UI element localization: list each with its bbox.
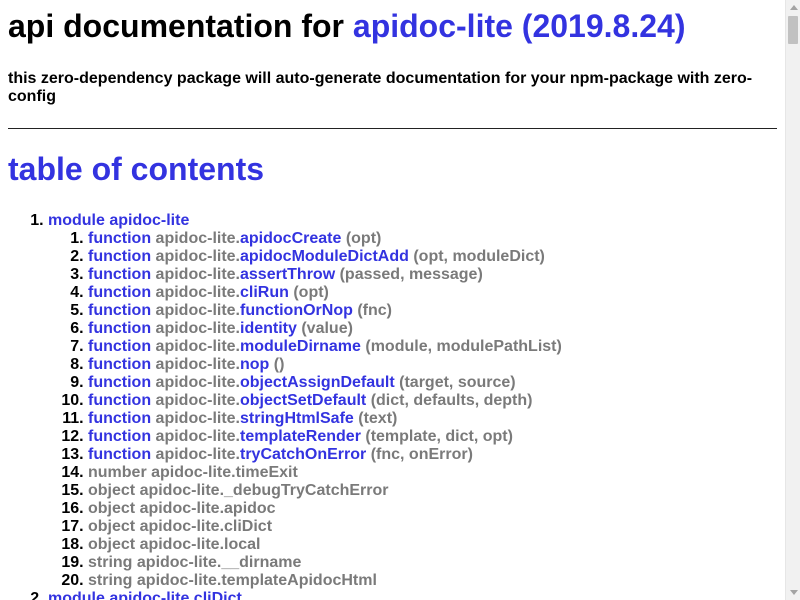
function-signature: (opt, moduleDict) xyxy=(413,248,545,265)
function-signature: () xyxy=(273,356,285,373)
function-signature: (fnc, onError) xyxy=(370,446,473,463)
module-prefix: apidoc-lite. xyxy=(155,410,240,427)
toc-function-item: function apidoc-lite.apidocModuleDictAdd… xyxy=(88,248,777,266)
toc-property-item: object apidoc-lite._debugTryCatchError xyxy=(88,482,777,500)
module-list: module apidoc-litefunction apidoc-lite.a… xyxy=(8,212,777,600)
module-prefix: apidoc-lite. xyxy=(155,248,240,265)
function-name-link[interactable]: cliRun xyxy=(240,284,289,301)
property-name: number apidoc-lite.timeExit xyxy=(88,464,298,481)
property-name: object apidoc-lite._debugTryCatchError xyxy=(88,482,389,499)
toc-member-list: function apidoc-lite.apidocCreate (opt)f… xyxy=(48,230,777,590)
function-keyword-link[interactable]: function xyxy=(88,338,151,355)
function-signature: (value) xyxy=(301,320,353,337)
toc-function-item: function apidoc-lite.functionOrNop (fnc) xyxy=(88,302,777,320)
function-keyword-link[interactable]: function xyxy=(88,392,151,409)
toc-property-item: object apidoc-lite.cliDict xyxy=(88,518,777,536)
function-signature: (template, dict, opt) xyxy=(365,428,513,445)
toc-property-item: string apidoc-lite.templateApidocHtml xyxy=(88,572,777,590)
toc-property-item: object apidoc-lite.local xyxy=(88,536,777,554)
module-prefix: apidoc-lite. xyxy=(155,320,240,337)
function-signature: (module, modulePathList) xyxy=(365,338,562,355)
toc-function-item: function apidoc-lite.nop () xyxy=(88,356,777,374)
toc-function-item: function apidoc-lite.tryCatchOnError (fn… xyxy=(88,446,777,464)
function-signature: (target, source) xyxy=(399,374,516,391)
function-keyword-link[interactable]: function xyxy=(88,428,151,445)
module-prefix: apidoc-lite. xyxy=(155,338,240,355)
toc-module-item: module apidoc-lite.cliDict xyxy=(48,590,777,600)
toc-function-item: function apidoc-lite.apidocCreate (opt) xyxy=(88,230,777,248)
module-prefix: apidoc-lite. xyxy=(155,230,240,247)
page-title-prefix: api documentation for xyxy=(8,8,344,44)
function-keyword-link[interactable]: function xyxy=(88,356,151,373)
function-signature: (opt) xyxy=(345,230,382,247)
scroll-down-arrow-icon[interactable] xyxy=(786,585,800,600)
function-keyword-link[interactable]: function xyxy=(88,248,151,265)
function-name-link[interactable]: tryCatchOnError xyxy=(240,446,366,463)
property-name: string apidoc-lite.templateApidocHtml xyxy=(88,572,377,589)
function-keyword-link[interactable]: function xyxy=(88,446,151,463)
function-name-link[interactable]: moduleDirname xyxy=(240,338,361,355)
function-keyword-link[interactable]: function xyxy=(88,410,151,427)
toc-function-item: function apidoc-lite.templateRender (tem… xyxy=(88,428,777,446)
toc-module-item: module apidoc-litefunction apidoc-lite.a… xyxy=(48,212,777,590)
function-keyword-link[interactable]: function xyxy=(88,230,151,247)
function-name-link[interactable]: stringHtmlSafe xyxy=(240,410,354,427)
toc-function-item: function apidoc-lite.assertThrow (passed… xyxy=(88,266,777,284)
function-signature: (passed, message) xyxy=(339,266,483,283)
vertical-scrollbar[interactable] xyxy=(785,0,800,600)
function-name-link[interactable]: objectAssignDefault xyxy=(240,374,395,391)
function-signature: (text) xyxy=(358,410,398,427)
module-prefix: apidoc-lite. xyxy=(155,284,240,301)
function-name-link[interactable]: templateRender xyxy=(240,428,361,445)
module-prefix: apidoc-lite. xyxy=(155,374,240,391)
function-signature: (dict, defaults, depth) xyxy=(370,392,533,409)
module-prefix: apidoc-lite. xyxy=(155,266,240,283)
function-name-link[interactable]: apidocCreate xyxy=(240,230,341,247)
function-name-link[interactable]: functionOrNop xyxy=(240,302,353,319)
function-keyword-link[interactable]: function xyxy=(88,374,151,391)
property-name: object apidoc-lite.cliDict xyxy=(88,518,273,535)
divider xyxy=(8,128,777,129)
function-name-link[interactable]: nop xyxy=(240,356,269,373)
toc-property-item: number apidoc-lite.timeExit xyxy=(88,464,777,482)
document-page: api documentation for apidoc-lite (2019.… xyxy=(0,0,785,600)
toc-function-item: function apidoc-lite.cliRun (opt) xyxy=(88,284,777,302)
package-link[interactable]: apidoc-lite (2019.8.24) xyxy=(353,8,686,44)
toc-function-item: function apidoc-lite.objectSetDefault (d… xyxy=(88,392,777,410)
module-prefix: apidoc-lite. xyxy=(155,356,240,373)
scroll-up-arrow-icon[interactable] xyxy=(786,0,800,15)
toc-function-item: function apidoc-lite.identity (value) xyxy=(88,320,777,338)
package-description: this zero-dependency package will auto-g… xyxy=(8,70,753,105)
toc-module-link[interactable]: module apidoc-lite xyxy=(48,212,189,229)
toc-function-item: function apidoc-lite.moduleDirname (modu… xyxy=(88,338,777,356)
module-prefix: apidoc-lite. xyxy=(155,446,240,463)
toc-heading: table of contents xyxy=(8,151,265,187)
module-prefix: apidoc-lite. xyxy=(155,302,240,319)
function-name-link[interactable]: assertThrow xyxy=(240,266,335,283)
scrollbar-thumb[interactable] xyxy=(788,16,798,44)
toc-property-item: object apidoc-lite.apidoc xyxy=(88,500,777,518)
property-name: object apidoc-lite.apidoc xyxy=(88,500,276,517)
function-keyword-link[interactable]: function xyxy=(88,266,151,283)
toc-function-item: function apidoc-lite.stringHtmlSafe (tex… xyxy=(88,410,777,428)
module-prefix: apidoc-lite. xyxy=(155,392,240,409)
function-keyword-link[interactable]: function xyxy=(88,284,151,301)
toc-function-item: function apidoc-lite.objectAssignDefault… xyxy=(88,374,777,392)
property-name: object apidoc-lite.local xyxy=(88,536,261,553)
module-prefix: apidoc-lite. xyxy=(155,428,240,445)
function-keyword-link[interactable]: function xyxy=(88,320,151,337)
function-signature: (fnc) xyxy=(357,302,392,319)
page-title: api documentation for apidoc-lite (2019.… xyxy=(8,6,777,46)
function-name-link[interactable]: identity xyxy=(240,320,297,337)
toc-module-link[interactable]: module apidoc-lite.cliDict xyxy=(48,590,242,600)
function-keyword-link[interactable]: function xyxy=(88,302,151,319)
function-name-link[interactable]: objectSetDefault xyxy=(240,392,366,409)
function-name-link[interactable]: apidocModuleDictAdd xyxy=(240,248,409,265)
function-signature: (opt) xyxy=(293,284,329,301)
property-name: string apidoc-lite.__dirname xyxy=(88,554,302,571)
toc-property-item: string apidoc-lite.__dirname xyxy=(88,554,777,572)
document-content: api documentation for apidoc-lite (2019.… xyxy=(0,6,785,600)
